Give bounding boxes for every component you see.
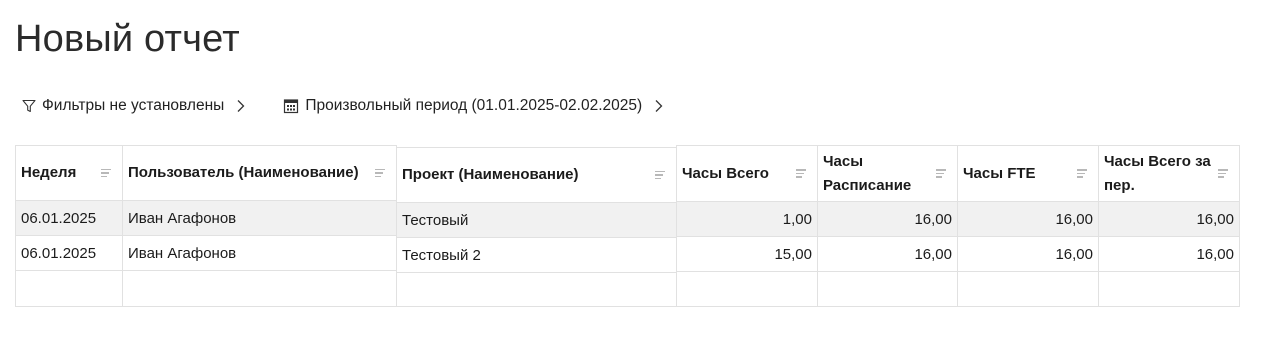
- column-header[interactable]: Неделя: [16, 145, 122, 201]
- table-column: Проект (Наименование) Тестовый Тестовый 2: [396, 145, 676, 307]
- table-column: Неделя 06.01.2025 06.01.2025: [15, 145, 122, 307]
- table-cell[interactable]: 16,00: [818, 237, 957, 272]
- table-cell[interactable]: 06.01.2025: [16, 236, 122, 271]
- period-label: Произвольный период (01.01.2025-02.02.20…: [305, 97, 643, 114]
- column-header[interactable]: Пользователь (Наименование): [123, 145, 396, 201]
- column-header[interactable]: Часы Всего: [677, 145, 817, 202]
- filter-icon: [22, 99, 36, 113]
- period-button[interactable]: Произвольный период (01.01.2025-02.02.20…: [283, 97, 663, 115]
- table-cell[interactable]: 06.01.2025: [16, 201, 122, 236]
- column-header[interactable]: Часы Всего за пер.: [1099, 145, 1239, 202]
- table-cell[interactable]: 16,00: [818, 202, 957, 237]
- column-header[interactable]: Часы FTE: [958, 145, 1098, 202]
- table-column: Часы Расписание 16,00 16,00: [817, 145, 957, 307]
- chevron-right-icon: [236, 99, 245, 113]
- column-menu-icon[interactable]: [375, 168, 387, 178]
- empty-row-cell: [16, 271, 122, 307]
- column-header[interactable]: Проект (Наименование): [397, 147, 676, 203]
- column-header-label: Неделя: [21, 164, 77, 181]
- column-menu-icon[interactable]: [1218, 169, 1230, 178]
- empty-row-cell: [958, 272, 1098, 307]
- table-cell[interactable]: Тестовый: [397, 203, 676, 238]
- column-header-label: Часы Всего за пер.: [1104, 152, 1211, 194]
- report-page: Новый отчет Фильтры не установлены Произ…: [0, 0, 1267, 349]
- table-column: Часы Всего 1,00 15,00: [676, 145, 817, 307]
- column-header-label: Часы FTE: [963, 164, 1036, 182]
- filters-label: Фильтры не установлены: [42, 97, 225, 114]
- column-header-label: Часы Расписание: [823, 152, 912, 194]
- table-cell[interactable]: Иван Агафонов: [123, 236, 396, 271]
- calendar-icon: [283, 98, 299, 114]
- empty-row-cell: [818, 272, 957, 307]
- column-menu-icon[interactable]: [1077, 169, 1089, 178]
- report-table: Неделя 06.01.2025 06.01.2025 Пользователь (…: [15, 145, 1240, 307]
- table-cell[interactable]: 15,00: [677, 237, 817, 272]
- column-header[interactable]: Часы Расписание: [818, 145, 957, 202]
- table-cell[interactable]: Тестовый 2: [397, 238, 676, 273]
- column-menu-icon[interactable]: [796, 169, 808, 178]
- column-header-label: Пользователь (Наименование): [128, 164, 359, 181]
- column-menu-icon[interactable]: [936, 169, 948, 178]
- table-column: Пользователь (Наименование) Иван Агафонов…: [122, 145, 396, 307]
- table-cell[interactable]: 16,00: [1099, 202, 1239, 237]
- table-column: Часы Всего за пер. 16,00 16,00: [1098, 145, 1240, 307]
- empty-row-cell: [1099, 272, 1239, 307]
- table-cell[interactable]: Иван Агафонов: [123, 201, 396, 236]
- empty-row-cell: [123, 271, 396, 307]
- column-header-label: Проект (Наименование): [402, 166, 579, 183]
- column-menu-icon[interactable]: [655, 170, 667, 180]
- empty-row-cell: [397, 273, 676, 307]
- column-header-label: Часы Всего: [682, 164, 769, 182]
- chevron-right-icon: [654, 99, 663, 113]
- page-title: Новый отчет: [15, 18, 240, 60]
- table-cell[interactable]: 1,00: [677, 202, 817, 237]
- table-cell[interactable]: 16,00: [958, 202, 1098, 237]
- table-cell[interactable]: 16,00: [958, 237, 1098, 272]
- filters-button[interactable]: Фильтры не установлены: [22, 97, 245, 115]
- empty-row-cell: [677, 272, 817, 307]
- table-column: Часы FTE 16,00 16,00: [957, 145, 1098, 307]
- column-menu-icon[interactable]: [101, 168, 113, 178]
- table-cell[interactable]: 16,00: [1099, 237, 1239, 272]
- report-toolbar: Фильтры не установлены Произвольный пери…: [22, 94, 663, 118]
